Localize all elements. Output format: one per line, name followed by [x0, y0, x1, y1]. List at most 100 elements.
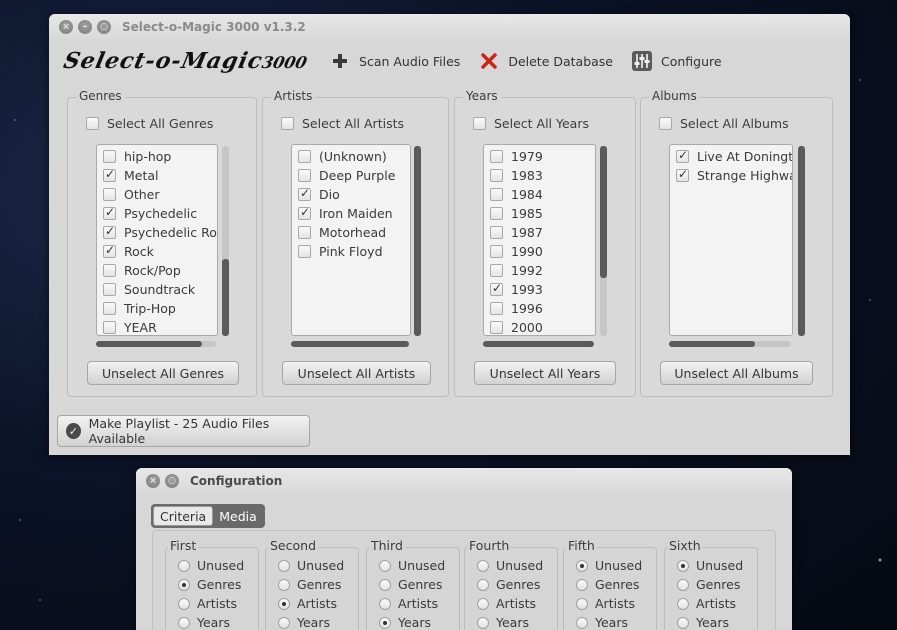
genres-hscroll-thumb[interactable] [96, 341, 202, 347]
radio-option[interactable]: Years [564, 613, 656, 630]
radio-option[interactable]: Artists [367, 594, 459, 613]
list-item[interactable]: 1987 [484, 223, 595, 242]
radio-button[interactable] [576, 559, 588, 572]
list-item[interactable]: 1993 [484, 280, 595, 299]
radio-button[interactable] [677, 616, 689, 629]
genres-vscrollbar[interactable] [222, 146, 229, 336]
genres-hscrollbar[interactable] [96, 341, 216, 347]
radio-option[interactable]: Artists [564, 594, 656, 613]
list-item[interactable]: 2000 [484, 318, 595, 335]
years-hscrollbar[interactable] [483, 341, 594, 347]
list-item-checkbox[interactable] [490, 302, 503, 315]
list-item-checkbox[interactable] [103, 224, 116, 239]
radio-option[interactable]: Genres [665, 575, 757, 594]
albums-hscrollbar[interactable] [669, 341, 791, 347]
list-item-checkbox[interactable] [490, 281, 503, 296]
radio-button[interactable] [379, 578, 391, 591]
radio-button[interactable] [477, 559, 489, 572]
radio-button[interactable] [576, 578, 588, 591]
artists-vscroll-thumb[interactable] [414, 146, 421, 336]
unselect-all-albums-button[interactable]: Unselect All Albums [660, 361, 813, 385]
list-item-checkbox[interactable] [298, 226, 311, 239]
list-item[interactable]: 1983 [484, 166, 595, 185]
years-hscroll-thumb[interactable] [483, 341, 594, 347]
list-item-checkbox[interactable] [298, 205, 311, 220]
list-item[interactable]: Dio [292, 185, 410, 204]
radio-button[interactable] [178, 616, 190, 629]
list-item-checkbox[interactable] [103, 205, 116, 220]
radio-button[interactable] [477, 616, 489, 629]
radio-button[interactable] [379, 597, 391, 610]
radio-option[interactable]: Years [266, 613, 358, 630]
radio-button[interactable] [677, 559, 689, 572]
list-item-checkbox[interactable] [490, 150, 503, 163]
list-item[interactable]: YEAR [97, 318, 217, 335]
radio-button[interactable] [677, 597, 689, 610]
select-all-years-checkbox[interactable]: Select All Years [473, 116, 589, 131]
radio-button[interactable] [178, 559, 190, 572]
list-item-checkbox[interactable] [490, 264, 503, 277]
scan-audio-button[interactable]: Scan Audio Files [329, 50, 460, 72]
radio-option[interactable]: Genres [166, 575, 258, 594]
minimize-icon[interactable]: ○ [165, 474, 179, 488]
radio-option[interactable]: Unused [564, 556, 656, 575]
list-item-checkbox[interactable] [676, 167, 689, 182]
list-item[interactable]: Live At Donington [670, 147, 792, 166]
radio-option[interactable]: Unused [665, 556, 757, 575]
select-all-albums-checkbox[interactable]: Select All Albums [659, 116, 789, 131]
tab-media[interactable]: Media [213, 506, 263, 526]
list-item[interactable]: Rock/Pop [97, 261, 217, 280]
config-titlebar[interactable]: × ○ Configuration [136, 468, 792, 494]
radio-option[interactable]: Unused [367, 556, 459, 575]
radio-option[interactable]: Artists [166, 594, 258, 613]
list-item[interactable]: hip-hop [97, 147, 217, 166]
radio-option[interactable]: Unused [166, 556, 258, 575]
radio-option[interactable]: Years [367, 613, 459, 630]
unselect-all-years-button[interactable]: Unselect All Years [474, 361, 616, 385]
list-item[interactable]: 1979 [484, 147, 595, 166]
unselect-all-artists-button[interactable]: Unselect All Artists [282, 361, 431, 385]
list-item-checkbox[interactable] [298, 245, 311, 258]
radio-button[interactable] [178, 578, 190, 591]
list-item[interactable]: Psychedelic [97, 204, 217, 223]
radio-button[interactable] [278, 559, 290, 572]
radio-button[interactable] [477, 578, 489, 591]
list-item-checkbox[interactable] [490, 245, 503, 258]
configure-button[interactable]: Configure [631, 50, 722, 72]
genres-vscroll-thumb[interactable] [222, 259, 229, 336]
list-item[interactable]: Trip-Hop [97, 299, 217, 318]
radio-option[interactable]: Years [166, 613, 258, 630]
list-item[interactable]: Strange Highways [670, 166, 792, 185]
radio-option[interactable]: Unused [266, 556, 358, 575]
radio-option[interactable]: Years [665, 613, 757, 630]
select-all-albums-box[interactable] [659, 117, 672, 130]
list-item[interactable]: Pink Floyd [292, 242, 410, 261]
years-vscrollbar[interactable] [600, 146, 607, 336]
list-item-checkbox[interactable] [298, 186, 311, 201]
radio-button[interactable] [677, 578, 689, 591]
list-item-checkbox[interactable] [103, 188, 116, 201]
radio-option[interactable]: Genres [266, 575, 358, 594]
radio-button[interactable] [178, 597, 190, 610]
list-item[interactable]: Motorhead [292, 223, 410, 242]
radio-option[interactable]: Artists [465, 594, 557, 613]
radio-button[interactable] [278, 616, 290, 629]
list-item[interactable]: Rock [97, 242, 217, 261]
radio-option[interactable]: Genres [465, 575, 557, 594]
artists-hscroll-thumb[interactable] [291, 341, 409, 347]
radio-button[interactable] [379, 616, 391, 629]
list-item-checkbox[interactable] [298, 169, 311, 182]
list-item[interactable]: Psychedelic Rock [97, 223, 217, 242]
list-item[interactable]: Other [97, 185, 217, 204]
list-item-checkbox[interactable] [103, 150, 116, 163]
make-playlist-button[interactable]: ✓ Make Playlist - 25 Audio Files Availab… [57, 415, 310, 447]
close-icon[interactable]: × [59, 20, 73, 34]
maximize-icon[interactable]: ○ [97, 20, 111, 34]
list-item-checkbox[interactable] [490, 321, 503, 334]
list-item-checkbox[interactable] [103, 302, 116, 315]
list-item[interactable]: Metal [97, 166, 217, 185]
radio-button[interactable] [576, 597, 588, 610]
select-all-artists-checkbox[interactable]: Select All Artists [281, 116, 404, 131]
list-item[interactable]: 1990 [484, 242, 595, 261]
artists-hscrollbar[interactable] [291, 341, 409, 347]
